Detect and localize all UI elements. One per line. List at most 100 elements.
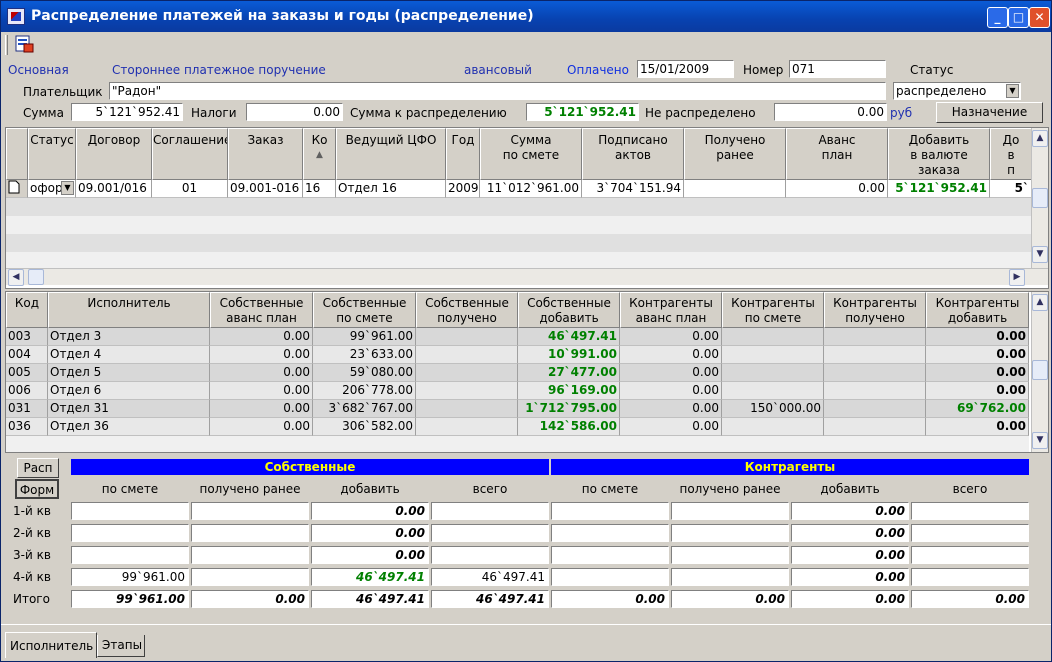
number-field[interactable]: 071 <box>789 60 886 78</box>
col-header-own-rec[interactable]: Собственные получено <box>416 292 518 328</box>
cell-ctr-rec[interactable] <box>824 328 926 346</box>
cell-own-rec[interactable] <box>416 346 518 364</box>
cell-ctr-rec[interactable] <box>824 400 926 418</box>
col-header-agreement[interactable]: Соглашение <box>152 128 228 180</box>
scroll-up-icon[interactable]: ▲ <box>1032 130 1048 147</box>
third-party-order-label[interactable]: Стороннее платежное поручение <box>112 63 326 77</box>
cell-received[interactable] <box>684 180 786 198</box>
col-header-own-adv[interactable]: Собственные аванс план <box>210 292 313 328</box>
summary-cell[interactable]: 0.00 <box>551 590 669 608</box>
chevron-down-icon[interactable]: ▼ <box>1006 84 1019 98</box>
cell-own-add[interactable]: 96`169.00 <box>518 382 620 400</box>
summary-cell[interactable] <box>431 524 549 542</box>
scroll-left-icon[interactable]: ◀ <box>8 269 24 286</box>
cell-code[interactable]: 031 <box>6 400 48 418</box>
scroll-down-icon[interactable]: ▼ <box>1032 432 1048 449</box>
scroll-thumb[interactable] <box>1032 360 1048 380</box>
cell-ctr-adv[interactable]: 0.00 <box>620 400 722 418</box>
executors-vscroll[interactable]: ▲ ▼ <box>1031 292 1048 452</box>
cell-ctr-est[interactable] <box>722 328 824 346</box>
cell-own-add[interactable]: 27`477.00 <box>518 364 620 382</box>
payer-field[interactable]: "Радон" <box>109 82 886 100</box>
col-header-advance-plan[interactable]: Аванс план <box>786 128 888 180</box>
cell-last[interactable]: 5` <box>990 180 1032 198</box>
summary-cell[interactable] <box>911 502 1029 520</box>
col-header-received[interactable]: Получено ранее <box>684 128 786 180</box>
cell-ctr-add[interactable]: 0.00 <box>926 418 1029 436</box>
col-header-cfo[interactable]: Ведущий ЦФО <box>336 128 446 180</box>
cell-own-add[interactable]: 10`991.00 <box>518 346 620 364</box>
cell-code[interactable]: 006 <box>6 382 48 400</box>
cell-ctr-adv[interactable]: 0.00 <box>620 382 722 400</box>
summary-cell[interactable] <box>671 502 789 520</box>
form-button[interactable]: Форм <box>15 479 59 499</box>
summary-cell[interactable] <box>551 546 669 564</box>
cell-agreement[interactable]: 01 <box>152 180 228 198</box>
cell-own-rec[interactable] <box>416 400 518 418</box>
cell-sum-estimate[interactable]: 11`012`961.00 <box>480 180 582 198</box>
cell-own-rec[interactable] <box>416 382 518 400</box>
summary-cell[interactable] <box>551 502 669 520</box>
col-header-executor[interactable]: Исполнитель <box>48 292 210 328</box>
cell-own-adv[interactable]: 0.00 <box>210 382 313 400</box>
summary-cell[interactable]: 46`497.41 <box>311 568 429 586</box>
scroll-right-icon[interactable]: ▶ <box>1009 269 1025 286</box>
cell-ctr-est[interactable] <box>722 346 824 364</box>
col-header-ko[interactable]: Ко ▲ <box>303 128 336 180</box>
cell-signed-acts[interactable]: 3`704`151.94 <box>582 180 684 198</box>
cell-ctr-adv[interactable]: 0.00 <box>620 328 722 346</box>
cell-ctr-adv[interactable]: 0.00 <box>620 418 722 436</box>
cell-ctr-rec[interactable] <box>824 418 926 436</box>
sum-to-distribute-field[interactable]: 5`121`952.41 <box>526 103 639 121</box>
cell-own-add[interactable]: 1`712`795.00 <box>518 400 620 418</box>
cell-name[interactable]: Отдел 31 <box>48 400 210 418</box>
summary-cell[interactable]: 0.00 <box>311 502 429 520</box>
scroll-down-icon[interactable]: ▼ <box>1032 246 1048 263</box>
col-header-ctr-est[interactable]: Контрагенты по смете <box>722 292 824 328</box>
summary-cell[interactable]: 0.00 <box>311 546 429 564</box>
cell-own-add[interactable]: 142`586.00 <box>518 418 620 436</box>
summary-cell[interactable] <box>671 546 789 564</box>
summary-cell[interactable] <box>191 568 309 586</box>
rasp-button[interactable]: Расп <box>17 458 59 478</box>
not-distributed-field[interactable]: 0.00 <box>774 103 887 121</box>
summary-cell[interactable] <box>671 524 789 542</box>
cell-name[interactable]: Отдел 5 <box>48 364 210 382</box>
summary-cell[interactable]: 0.00 <box>671 590 789 608</box>
col-header-ctr-add[interactable]: Контрагенты добавить <box>926 292 1029 328</box>
tab-main-label[interactable]: Основная <box>8 63 69 77</box>
maximize-button[interactable]: □ <box>1008 7 1029 28</box>
cell-own-est[interactable]: 99`961.00 <box>313 328 416 346</box>
cell-name[interactable]: Отдел 6 <box>48 382 210 400</box>
summary-cell[interactable]: 0.00 <box>911 590 1029 608</box>
cell-add-currency[interactable]: 5`121`952.41 <box>888 180 990 198</box>
cell-ctr-add[interactable]: 69`762.00 <box>926 400 1029 418</box>
summary-cell[interactable]: 0.00 <box>791 568 909 586</box>
summary-cell[interactable] <box>911 546 1029 564</box>
chevron-down-icon[interactable]: ▼ <box>61 181 74 195</box>
summary-cell[interactable] <box>911 524 1029 542</box>
cell-ctr-add[interactable]: 0.00 <box>926 382 1029 400</box>
cell-own-adv[interactable]: 0.00 <box>210 400 313 418</box>
summary-cell[interactable] <box>71 502 189 520</box>
cell-ctr-add[interactable]: 0.00 <box>926 364 1029 382</box>
cell-ctr-add[interactable]: 0.00 <box>926 346 1029 364</box>
cell-own-add[interactable]: 46`497.41 <box>518 328 620 346</box>
col-header-contract[interactable]: Договор <box>76 128 152 180</box>
cell-ctr-rec[interactable] <box>824 346 926 364</box>
summary-cell[interactable] <box>71 546 189 564</box>
cell-ctr-adv[interactable]: 0.00 <box>620 346 722 364</box>
summary-cell[interactable]: 0.00 <box>191 590 309 608</box>
summary-cell[interactable]: 99`961.00 <box>71 568 189 586</box>
cell-own-rec[interactable] <box>416 328 518 346</box>
col-header-signed-acts[interactable]: Подписано актов <box>582 128 684 180</box>
cell-own-adv[interactable]: 0.00 <box>210 418 313 436</box>
summary-cell[interactable] <box>191 502 309 520</box>
cell-ctr-adv[interactable]: 0.00 <box>620 364 722 382</box>
cell-own-adv[interactable]: 0.00 <box>210 328 313 346</box>
cell-ctr-est[interactable] <box>722 364 824 382</box>
cell-code[interactable]: 005 <box>6 364 48 382</box>
taxes-field[interactable]: 0.00 <box>246 103 343 121</box>
tab-executor[interactable]: Исполнитель <box>5 632 97 658</box>
cell-own-rec[interactable] <box>416 418 518 436</box>
